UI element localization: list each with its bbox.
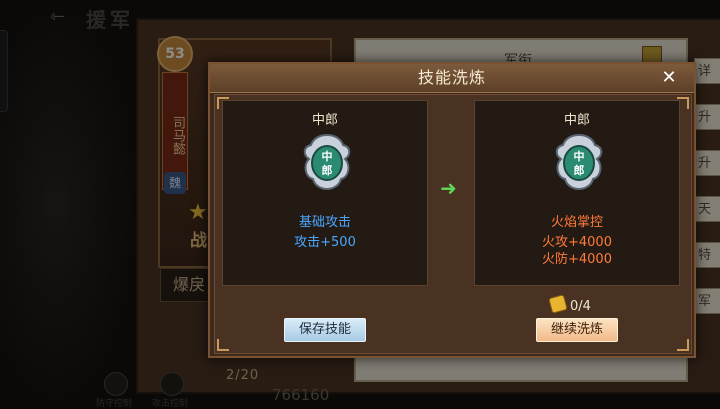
rank-medal-icon: 中 郎 bbox=[303, 133, 351, 191]
medal-text-bottom: 郎 bbox=[574, 163, 585, 177]
new-skill-name: 火焰掌控 bbox=[550, 215, 603, 230]
new-skill-card: 中郎 中 郎 火焰掌控 火攻+4000 火防+4000 bbox=[474, 100, 680, 286]
corner-ornament bbox=[677, 339, 689, 351]
current-skill-name: 基础攻击 bbox=[298, 215, 351, 230]
new-skill-rank: 中郎 bbox=[563, 113, 590, 128]
close-button[interactable]: ✕ bbox=[658, 66, 680, 90]
save-skill-button[interactable]: 保存技能 bbox=[284, 318, 366, 342]
dialog-title: 技能洗炼 bbox=[417, 68, 486, 87]
corner-ornament bbox=[217, 339, 229, 351]
current-skill-card: 中郎 中 郎 基础攻击 攻击+500 bbox=[222, 100, 428, 286]
rank-medal-icon: 中 郎 bbox=[555, 133, 603, 191]
right-arrow-icon: ➜ bbox=[440, 176, 457, 200]
current-skill-effect: 攻击+500 bbox=[294, 235, 356, 250]
refine-cost: 0/4 bbox=[548, 294, 591, 314]
dialog-header: 技能洗炼 ✕ bbox=[210, 64, 694, 93]
medal-text-top: 中 bbox=[322, 149, 333, 163]
new-skill-effect-2: 火防+4000 bbox=[542, 252, 612, 267]
refine-cost-value: 0/4 bbox=[570, 299, 591, 314]
refine-item-icon bbox=[548, 294, 568, 314]
skill-refine-dialog: 技能洗炼 ✕ 中郎 中 郎 基础攻击 攻击+500 ➜ 中郎 中 郎 火焰掌控 … bbox=[208, 62, 696, 358]
continue-refine-button[interactable]: 继续洗炼 bbox=[536, 318, 618, 342]
current-skill-rank: 中郎 bbox=[311, 113, 338, 128]
medal-text-bottom: 郎 bbox=[322, 163, 333, 177]
medal-text-top: 中 bbox=[574, 149, 585, 163]
